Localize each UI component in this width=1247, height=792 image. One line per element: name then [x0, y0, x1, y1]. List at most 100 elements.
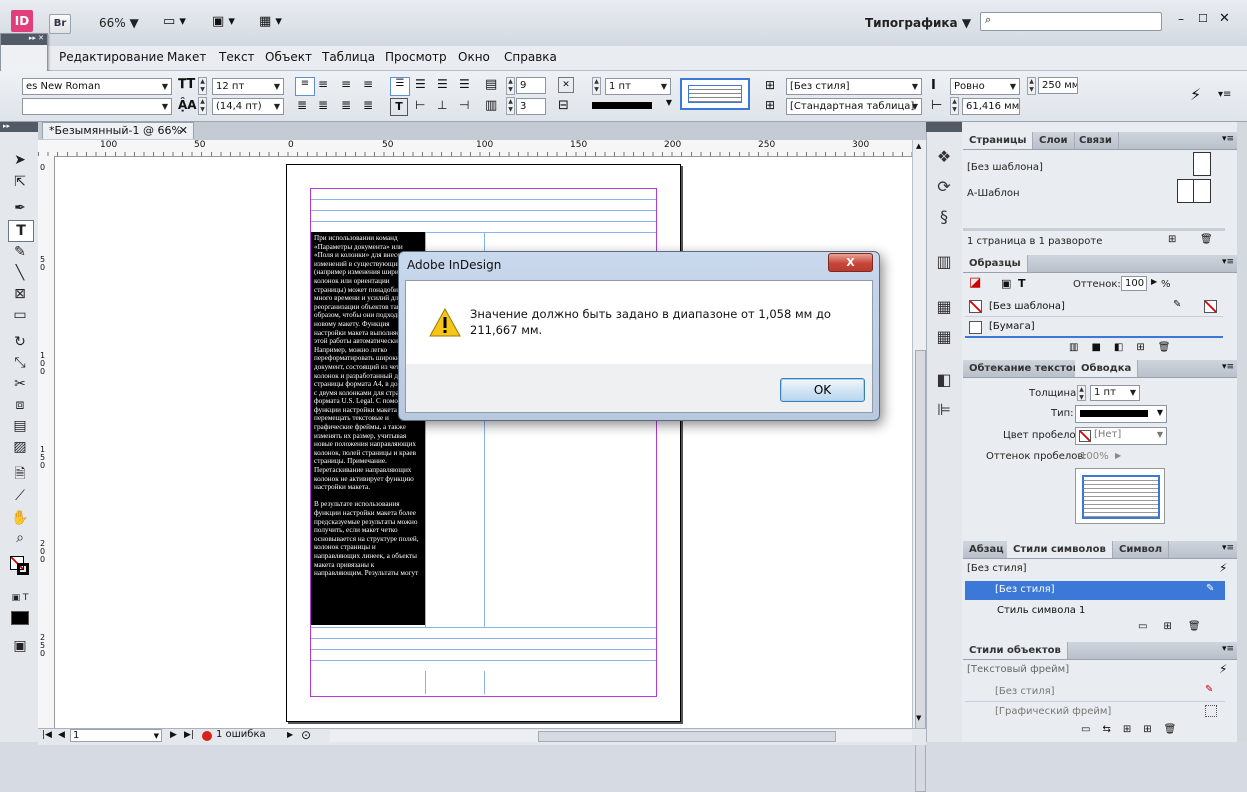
- object-style-row-none[interactable]: [Без стиля] ✎: [965, 682, 1225, 702]
- valign-center-button[interactable]: ☰: [415, 77, 426, 91]
- next-page-button[interactable]: ▶: [170, 730, 177, 740]
- menu-item-view[interactable]: Просмотр: [385, 50, 447, 64]
- color-panel-icon[interactable]: ▦: [930, 327, 958, 351]
- object-style-row-graphic[interactable]: [Графический фрейм]: [965, 702, 1225, 721]
- justify-left-button[interactable]: ≣: [297, 98, 307, 112]
- menu-item-layout[interactable]: Макет: [167, 50, 206, 64]
- menu-item-window[interactable]: Окно: [458, 50, 490, 64]
- page-number-field[interactable]: 1 ▼: [70, 729, 162, 742]
- swatches-panel-icon[interactable]: ▦: [930, 297, 958, 321]
- bridge-button[interactable]: Br: [49, 14, 71, 34]
- close-icon[interactable]: ✕: [179, 123, 188, 139]
- scale-tool-icon[interactable]: ⤡: [8, 353, 32, 373]
- fill-stroke-swatch-icon[interactable]: [10, 556, 30, 576]
- prev-page-button[interactable]: ◀: [58, 730, 65, 740]
- menu-item-table[interactable]: Таблица: [322, 50, 375, 64]
- horizontal-scrollbar[interactable]: [330, 730, 912, 742]
- panel-menu-icon[interactable]: ▾≡: [1222, 257, 1234, 267]
- align-left-button[interactable]: ≡: [295, 77, 315, 96]
- links-panel-icon[interactable]: §: [930, 207, 958, 231]
- preflight-error-icon[interactable]: [202, 731, 212, 741]
- master-none[interactable]: [Без шаблона]: [967, 162, 1043, 173]
- apply-color-icon[interactable]: [8, 608, 32, 628]
- quick-apply-icon[interactable]: ⚡: [1219, 662, 1227, 676]
- tab-character-styles[interactable]: Стили символов: [1007, 541, 1113, 558]
- open-document-icon[interactable]: ⊙: [301, 728, 311, 742]
- font-family-field[interactable]: es New Roman ▼: [22, 78, 172, 95]
- merge-cells-button[interactable]: ✕: [558, 77, 574, 93]
- valign-top-button[interactable]: ☰: [390, 77, 410, 96]
- gap-tint-arrow[interactable]: ▶: [1115, 451, 1121, 460]
- panel-menu-icon[interactable]: ▾≡: [1222, 644, 1234, 654]
- text-swatch-icon[interactable]: T: [1018, 277, 1026, 290]
- row-height-mode-field[interactable]: Ровно ▼: [950, 78, 1020, 95]
- swatch-row-paper[interactable]: [Бумага]: [965, 318, 1223, 338]
- vertical-scrollbar[interactable]: ▲ ▼: [912, 140, 927, 792]
- scroll-thumb[interactable]: [915, 350, 926, 792]
- justify-right-button[interactable]: ≣: [341, 98, 351, 112]
- search-input[interactable]: ⌕: [980, 12, 1162, 31]
- scissors-tool-icon[interactable]: ✂: [8, 374, 32, 394]
- cols-stepper[interactable]: ▲ ▼: [506, 97, 515, 115]
- tint-arrow[interactable]: ▶: [1151, 277, 1157, 286]
- maximize-button[interactable]: ☐: [1198, 12, 1208, 25]
- valign-bottom-button[interactable]: ☰: [437, 77, 448, 91]
- line-tool-icon[interactable]: ╲: [8, 263, 32, 283]
- panel-menu-icon[interactable]: ▾≡: [1222, 362, 1234, 372]
- align-towards-spine-button[interactable]: ≡: [363, 77, 373, 91]
- menu-item-object[interactable]: Объект: [265, 50, 312, 64]
- rows-field[interactable]: 9: [516, 77, 546, 94]
- panel-menu-button[interactable]: ▾≡: [1218, 89, 1231, 100]
- scroll-thumb-horizontal[interactable]: [538, 731, 836, 742]
- note-tool-icon[interactable]: 🗎: [8, 464, 32, 484]
- weight-stepper[interactable]: ▲ ▼: [1077, 385, 1086, 401]
- eyedropper-tool-icon[interactable]: ⟋: [8, 486, 32, 506]
- last-page-button[interactable]: ▶|: [184, 730, 194, 740]
- tab-links[interactable]: Связи: [1073, 132, 1119, 149]
- tab-character[interactable]: Символ: [1113, 541, 1170, 558]
- zoom-tool-icon[interactable]: ⌕: [8, 528, 32, 548]
- font-size-stepper[interactable]: ▲ ▼: [198, 77, 207, 95]
- tint-field[interactable]: 100: [1121, 276, 1147, 291]
- arrange-documents-button[interactable]: ▦ ▾: [259, 14, 282, 29]
- stroke-weight-field[interactable]: 1 пт ▼: [605, 78, 671, 95]
- hand-tool-icon[interactable]: ✋: [8, 508, 32, 528]
- formatting-affects-text-icon[interactable]: ▣ T: [8, 588, 32, 608]
- document-page[interactable]: При использовании команд «Параметры доку…: [286, 164, 681, 722]
- align-panel-icon[interactable]: ⊫: [930, 400, 958, 424]
- split-cells-button[interactable]: ⊟: [558, 98, 569, 113]
- stroke-proxy-preview[interactable]: [1075, 468, 1165, 524]
- rows-stepper[interactable]: ▲ ▼: [506, 77, 515, 95]
- rotate-270-button[interactable]: ⊣: [459, 98, 469, 112]
- pages-panel-icon[interactable]: ❖: [930, 147, 958, 171]
- tab-swatches[interactable]: Образцы: [963, 255, 1028, 272]
- stroke-type-field[interactable]: ▼: [592, 98, 672, 112]
- workspace-switcher[interactable]: Типографика ▼: [865, 16, 971, 30]
- pen-tool-icon[interactable]: ✒: [8, 198, 32, 218]
- rotate-90-button[interactable]: ⊢: [415, 98, 425, 112]
- type-tool-icon[interactable]: T: [8, 220, 34, 242]
- free-transform-tool-icon[interactable]: ⧈: [8, 395, 32, 415]
- preflight-menu-button[interactable]: ▶: [287, 730, 293, 739]
- cell-style-field[interactable]: [Без стиля] ▼: [786, 78, 922, 95]
- rectangle-frame-tool-icon[interactable]: ⊠: [8, 284, 32, 304]
- leading-stepper[interactable]: ▲ ▼: [198, 97, 207, 115]
- weight-field[interactable]: 1 пт ▼: [1090, 385, 1140, 401]
- font-size-field[interactable]: 12 пт ▼: [212, 78, 284, 95]
- align-center-button[interactable]: ≡: [318, 77, 328, 91]
- rotate-180-button[interactable]: ⊥: [437, 98, 447, 112]
- justify-center-button[interactable]: ≣: [318, 98, 328, 112]
- tab-object-styles[interactable]: Стили объектов: [963, 642, 1068, 659]
- char-style-row-none[interactable]: [Без стиля] ✎: [965, 581, 1225, 600]
- font-style-field[interactable]: ▼: [22, 98, 172, 115]
- document-tab[interactable]: *Безымянный-1 @ 66% ✕: [42, 122, 194, 139]
- menu-item-type[interactable]: Текст: [219, 50, 255, 64]
- justify-all-button[interactable]: ≣: [363, 98, 373, 112]
- col-width-stepper[interactable]: ▲ ▼: [950, 97, 959, 115]
- delete-page-icon[interactable]: 🗑: [1200, 234, 1213, 245]
- text-rotation-button[interactable]: T: [390, 98, 408, 116]
- swatch-row-none[interactable]: [Без шаблона] ✎: [965, 298, 1223, 317]
- char-style-row-1[interactable]: Стиль символа 1: [965, 601, 1225, 620]
- row-height-field[interactable]: 250 мм: [1038, 77, 1078, 94]
- swatches-footer-icons[interactable]: ▥■◧⊞🗑: [1069, 342, 1183, 353]
